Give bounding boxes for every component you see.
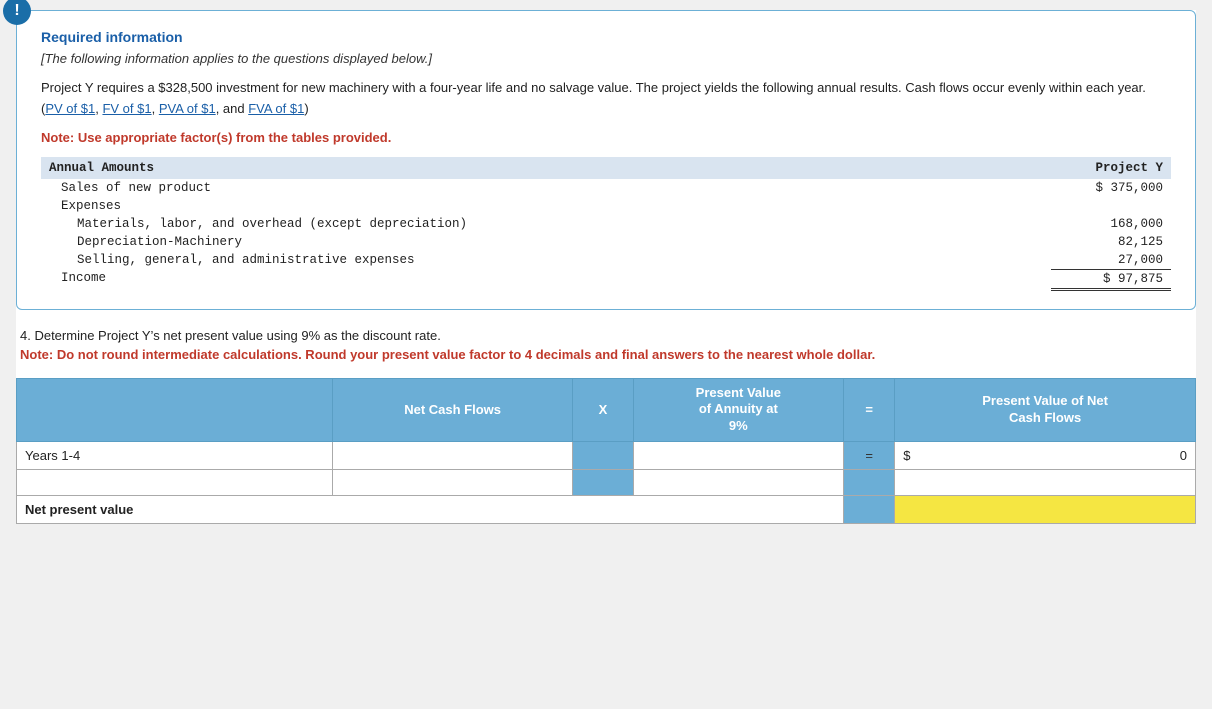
pva-input[interactable] [634, 446, 844, 465]
table-row: Sales of new product $ 375,000 [41, 179, 1171, 197]
npv-table-header-row: Net Cash Flows X Present Valueof Annuity… [17, 378, 1196, 442]
empty-x [573, 470, 633, 496]
empty-pvncf-input[interactable] [895, 473, 1195, 492]
row-label: Expenses [41, 197, 1051, 215]
info-box: ! Required information [The following in… [16, 10, 1196, 310]
pvncf-value: 0 [914, 448, 1187, 463]
row-value: 168,000 [1051, 215, 1171, 233]
row-label: Sales of new product [41, 179, 1051, 197]
annual-table-header-value: Project Y [1051, 157, 1171, 179]
th-label [17, 378, 333, 442]
section4: 4. Determine Project Y’s net present val… [16, 328, 1196, 362]
info-note: Note: Use appropriate factor(s) from the… [41, 130, 1171, 145]
annual-table: Annual Amounts Project Y Sales of new pr… [41, 157, 1171, 291]
table-row: Expenses [41, 197, 1171, 215]
table-row: Depreciation-Machinery 82,125 [41, 233, 1171, 251]
pvncf-cell: $ 0 [895, 442, 1196, 470]
th-pv-annuity: Present Valueof Annuity at9% [633, 378, 844, 442]
row-label-income: Income [41, 269, 1051, 289]
pva-cell[interactable] [633, 442, 844, 470]
row-value: $ 375,000 [1051, 179, 1171, 197]
npv-table-wrapper: Net Cash Flows X Present Valueof Annuity… [16, 378, 1196, 525]
empty-ncf[interactable] [332, 470, 573, 496]
th-net-cash-flows: Net Cash Flows [332, 378, 573, 442]
info-icon: ! [3, 0, 31, 25]
row-value-income: $ 97,875 [1051, 269, 1171, 289]
th-pv-net-cash-flows: Present Value of NetCash Flows [895, 378, 1196, 442]
empty-pvncf[interactable] [895, 470, 1196, 496]
section4-title: 4. Determine Project Y’s net present val… [20, 328, 1192, 343]
net-cash-flow-input[interactable] [333, 446, 573, 465]
years-label-cell: Years 1-4 [17, 442, 333, 470]
info-title: Required information [41, 29, 1171, 45]
fv-link[interactable]: FV of $1 [102, 101, 151, 116]
npv-eq-cell [844, 496, 895, 524]
row-label: Materials, labor, and overhead (except d… [41, 215, 1051, 233]
empty-ncf-input[interactable] [333, 473, 573, 492]
npv-value-cell[interactable] [895, 496, 1196, 524]
empty-label [17, 470, 333, 496]
npv-footer-row: Net present value [17, 496, 1196, 524]
dollar-sign: $ [903, 448, 910, 463]
empty-row [17, 470, 1196, 496]
pva-link[interactable]: PVA of $1 [159, 101, 216, 116]
empty-eq [844, 470, 895, 496]
npv-label-cell: Net present value [17, 496, 844, 524]
row-label: Depreciation-Machinery [41, 233, 1051, 251]
row-label: Selling, general, and administrative exp… [41, 251, 1051, 270]
npv-table: Net Cash Flows X Present Valueof Annuity… [16, 378, 1196, 525]
row-value [1051, 197, 1171, 215]
net-cash-flow-cell[interactable] [332, 442, 573, 470]
fva-link[interactable]: FVA of $1 [248, 101, 304, 116]
info-body-text: Project Y requires a $328,500 investment… [41, 80, 1146, 116]
pv-link[interactable]: PV of $1 [45, 101, 95, 116]
table-row-income: Income $ 97,875 [41, 269, 1171, 289]
table-row: Selling, general, and administrative exp… [41, 251, 1171, 270]
npv-value-input[interactable] [895, 500, 1195, 519]
table-row: Materials, labor, and overhead (except d… [41, 215, 1171, 233]
info-body: Project Y requires a $328,500 investment… [41, 78, 1171, 120]
annual-table-header-label: Annual Amounts [41, 157, 1051, 179]
section4-note: Note: Do not round intermediate calculat… [20, 347, 1192, 362]
info-subtitle: [The following information applies to th… [41, 51, 1171, 66]
years-1-4-row: Years 1-4 = $ 0 [17, 442, 1196, 470]
th-eq-symbol: = [844, 378, 895, 442]
row-value: 82,125 [1051, 233, 1171, 251]
x-divider-cell [573, 442, 633, 470]
th-x-symbol: X [573, 378, 633, 442]
empty-pva [633, 470, 844, 496]
row-value: 27,000 [1051, 251, 1171, 270]
eq-cell: = [844, 442, 895, 470]
